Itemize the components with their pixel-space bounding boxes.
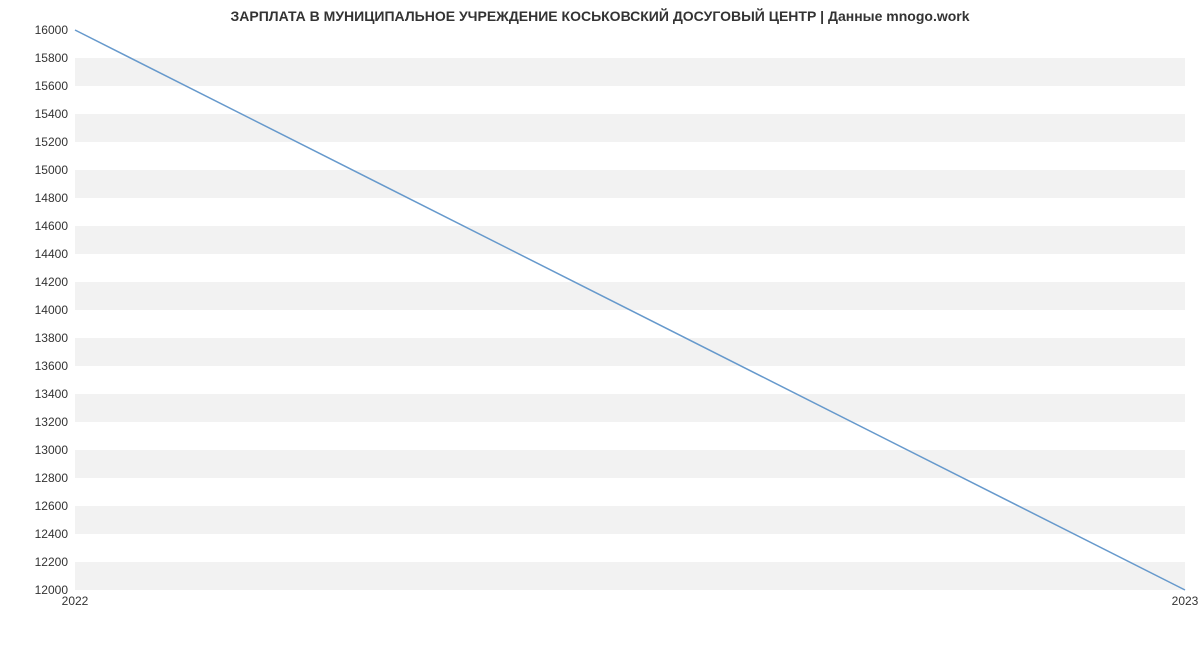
y-tick-label: 15800 <box>8 51 68 65</box>
y-tick-label: 15600 <box>8 79 68 93</box>
y-tick-label: 15400 <box>8 107 68 121</box>
y-tick-label: 12200 <box>8 555 68 569</box>
y-tick-label: 15200 <box>8 135 68 149</box>
line-layer <box>75 30 1185 590</box>
y-tick-label: 14000 <box>8 303 68 317</box>
y-tick-label: 12800 <box>8 471 68 485</box>
x-tick-label: 2022 <box>62 594 89 608</box>
y-tick-label: 14800 <box>8 191 68 205</box>
chart-container: ЗАРПЛАТА В МУНИЦИПАЛЬНОЕ УЧРЕЖДЕНИЕ КОСЬ… <box>0 0 1200 650</box>
x-tick-label: 2023 <box>1172 594 1199 608</box>
plot-area <box>75 30 1185 590</box>
y-tick-label: 12400 <box>8 527 68 541</box>
y-tick-label: 15000 <box>8 163 68 177</box>
y-tick-label: 14200 <box>8 275 68 289</box>
y-tick-label: 12600 <box>8 499 68 513</box>
y-tick-label: 13200 <box>8 415 68 429</box>
y-tick-label: 16000 <box>8 23 68 37</box>
y-tick-label: 14600 <box>8 219 68 233</box>
y-tick-label: 12000 <box>8 583 68 597</box>
y-tick-label: 13000 <box>8 443 68 457</box>
y-tick-label: 13400 <box>8 387 68 401</box>
data-line <box>75 30 1185 590</box>
y-tick-label: 13600 <box>8 359 68 373</box>
chart-title: ЗАРПЛАТА В МУНИЦИПАЛЬНОЕ УЧРЕЖДЕНИЕ КОСЬ… <box>0 8 1200 24</box>
y-tick-label: 14400 <box>8 247 68 261</box>
y-tick-label: 13800 <box>8 331 68 345</box>
